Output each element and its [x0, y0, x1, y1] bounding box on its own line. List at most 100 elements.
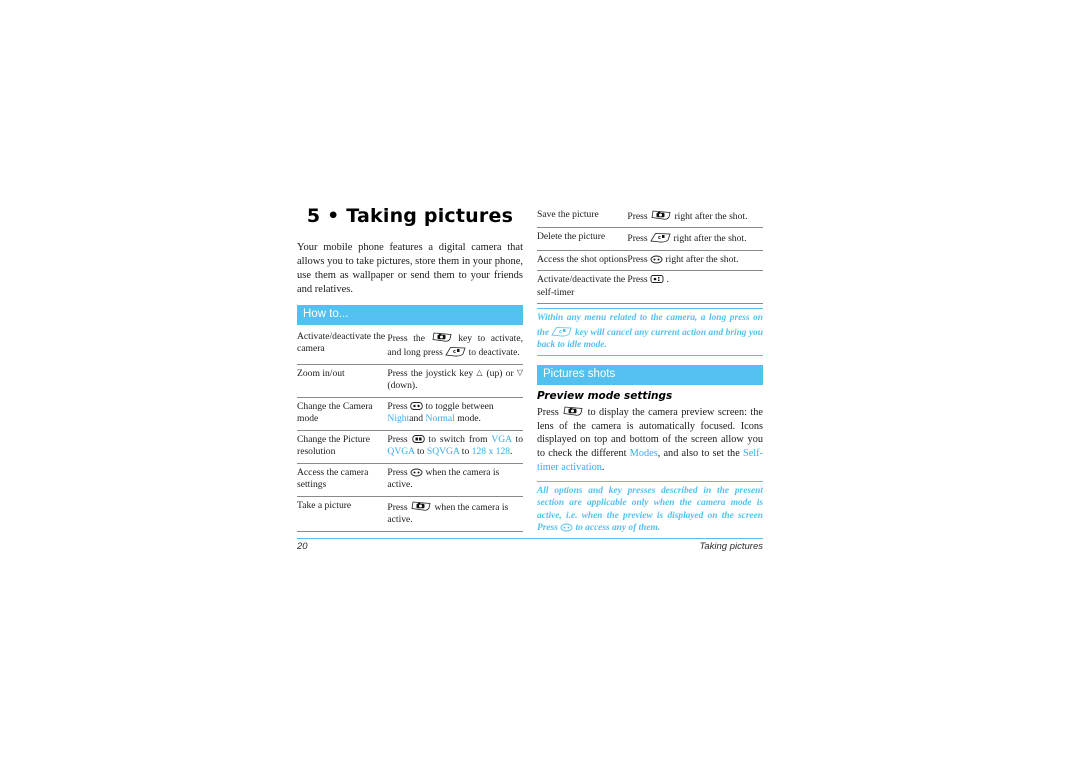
instruction-text: to [461, 446, 470, 458]
instruction-text: Press [627, 274, 648, 286]
two-column-layout: 5 • Taking pictures Your mobile phone fe… [297, 206, 763, 539]
row-action: Change the Camera mode [297, 396, 388, 431]
instruction-text: Press [387, 466, 408, 478]
page-title: 5 • Taking pictures [306, 205, 514, 227]
table-row: Change the Picture resolution Press to s… [297, 429, 523, 464]
note-text: to access any of them. [575, 523, 661, 533]
link-resolution-qvga[interactable]: QVGA [387, 446, 414, 457]
page-number: 20 [297, 541, 308, 552]
row-instruction: Press right after the shot. [627, 249, 763, 271]
section-header-pictures-shots: Pictures shots [537, 364, 763, 386]
subheading-preview-mode-settings: Preview mode settings [537, 390, 673, 403]
table-row: Delete the picture Press c right after t… [537, 227, 763, 251]
row-instruction: Press when the camera is active. [387, 495, 523, 532]
table-row: Take a picture Press when the camera is … [297, 495, 523, 532]
clear-key-icon: c [551, 325, 573, 337]
row-action: Access the shot options [537, 249, 628, 271]
note-options-active: All options and key presses described in… [537, 480, 763, 539]
svg-text:c: c [658, 235, 661, 241]
row-instruction: Press . [627, 270, 763, 305]
svg-text:c: c [559, 329, 562, 335]
instruction-text: Press [627, 253, 648, 265]
instruction-text: . [510, 446, 513, 458]
paragraph-text: . [601, 461, 605, 473]
link-modes[interactable]: Modes [630, 448, 658, 459]
table-row: Save the picture Press right after the s… [537, 206, 763, 228]
instruction-text: right after the shot. [665, 253, 739, 265]
camera-key-icon [410, 500, 432, 512]
left-column: 5 • Taking pictures Your mobile phone fe… [297, 206, 523, 532]
footer-content: 20 Taking pictures [297, 539, 763, 552]
section-header-how-to: How to... [297, 304, 523, 325]
row-action: Activate/deactivate the self-timer [537, 270, 628, 305]
joystick-key-icon [410, 401, 423, 411]
table-row: Access the shot options Press right afte… [537, 249, 763, 271]
link-resolution-128x128[interactable]: 128 x 128 [472, 446, 510, 457]
table-row: Activate/deactivate the camera Press the [297, 328, 523, 364]
camera-key-icon [431, 331, 453, 343]
row-instruction: Press c right after the shot. [627, 227, 763, 251]
instruction-text: to switch from [428, 433, 488, 445]
camera-key-icon [562, 405, 584, 417]
row-instruction: Press the joystick key △ (up) or ▽ (down… [387, 363, 523, 398]
instruction-text: . [666, 274, 669, 286]
table-row: Access the camera settings Press when th… [297, 462, 523, 497]
row-action: Activate/deactivate the camera [297, 330, 386, 355]
manual-page: 5 • Taking pictures Your mobile phone fe… [297, 206, 763, 566]
how-to-table: Activate/deactivate the camera Press the [297, 328, 523, 532]
instruction-text: right after the shot. [673, 233, 747, 245]
instruction-text: right after the shot. [674, 211, 748, 222]
table-row: Zoom in/out Press the joystick key △ (up… [297, 363, 523, 398]
svg-text:c: c [453, 349, 456, 355]
footer-chapter-name: Taking pictures [699, 541, 763, 552]
ok-menu-key-icon [650, 255, 663, 264]
row-action: Save the picture [537, 209, 599, 220]
row-instruction: Press when the camera is active. [387, 462, 523, 497]
link-normal-mode[interactable]: Normal [426, 413, 455, 424]
instruction-text: mode. [457, 413, 481, 425]
paragraph-text: , and also to set the [657, 448, 740, 460]
row-instruction: Press to toggle between Nightand Normal … [387, 396, 523, 431]
row-action: Delete the picture [537, 227, 628, 251]
preview-paragraph: Press to display the camera preview scre… [537, 405, 763, 474]
instruction-text: (up) or [486, 367, 514, 379]
shots-table: Save the picture Press right after the s… [537, 206, 763, 305]
instruction-text: Press [627, 211, 648, 222]
link-resolution-vga[interactable]: VGA [491, 434, 511, 445]
instruction-text: and [409, 413, 424, 425]
note-camera-menu: Within any menu related to the camera, a… [537, 308, 763, 356]
joystick-down-arrow-icon: ▽ [516, 367, 523, 377]
joystick-up-arrow-icon: △ [476, 367, 484, 377]
instruction-text: to toggle between [425, 400, 494, 412]
row-instruction: Press to switch from VGA to QVGA to SQVG… [387, 429, 523, 464]
instruction-text: to [416, 446, 425, 458]
instruction-text: Press the [387, 332, 425, 344]
row-instruction: Press right after the shot. [627, 206, 763, 228]
link-resolution-sqvga[interactable]: SQVGA [427, 446, 460, 457]
right-column: Save the picture Press right after the s… [537, 206, 763, 539]
instruction-text: Press the joystick key [387, 367, 474, 379]
table-row: Change the Camera mode Press to toggle b… [297, 396, 523, 431]
link-night-mode[interactable]: Night [387, 413, 409, 424]
row-instruction: Press the key to activate, and long pres… [387, 328, 523, 364]
instruction-text: Press [387, 433, 408, 445]
clear-key-icon: c [650, 231, 671, 243]
camera-key-icon [650, 209, 672, 221]
instruction-text: to [515, 433, 523, 445]
row-action: Access the camera settings [297, 462, 388, 497]
joystick-key-icon [411, 434, 425, 444]
page-footer: 20 Taking pictures [297, 538, 763, 552]
row-action: Change the Picture resolution [297, 429, 388, 464]
row-action: Zoom in/out [297, 363, 388, 398]
instruction-text: (down). [387, 380, 418, 392]
paragraph-text: Press [537, 407, 559, 419]
ok-menu-key-icon [410, 468, 423, 477]
instruction-text: Press [387, 501, 408, 513]
intro-paragraph: Your mobile phone features a digital cam… [297, 241, 523, 295]
instruction-text: to deactivate. [468, 347, 520, 359]
row-action: Take a picture [297, 495, 388, 532]
instruction-text: Press [627, 233, 648, 245]
self-timer-key-icon [650, 274, 664, 284]
instruction-text: Press [387, 400, 408, 412]
ok-menu-key-icon [560, 523, 573, 532]
